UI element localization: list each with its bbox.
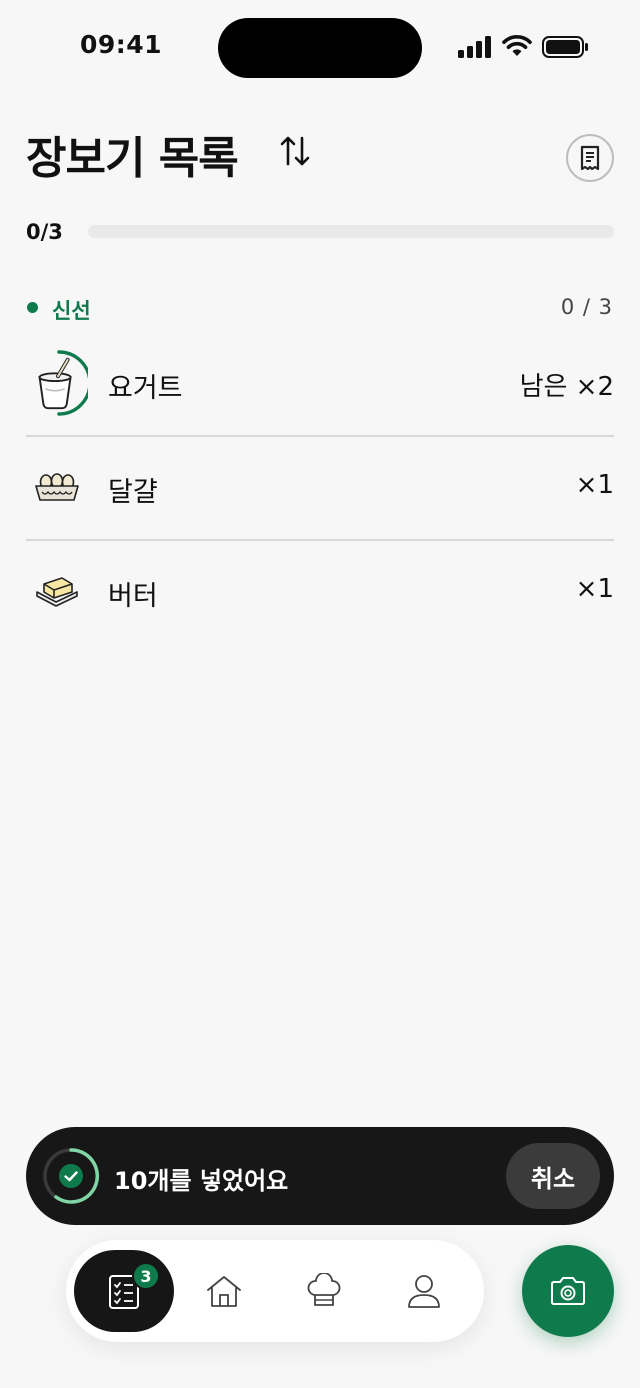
receipt-button[interactable] xyxy=(566,134,614,182)
item-quantity: ×1 xyxy=(575,470,614,500)
section-count: 0 / 3 xyxy=(560,295,613,319)
toast-message: 10개를 넣었어요 xyxy=(114,1167,289,1195)
tab-home[interactable] xyxy=(174,1250,274,1332)
status-time: 09:41 xyxy=(80,30,163,59)
yogurt-icon xyxy=(26,350,88,416)
home-icon xyxy=(207,1276,241,1307)
page-title: 장보기 목록 xyxy=(26,133,239,184)
check-timer-icon xyxy=(43,1148,100,1204)
item-name: 요거트 xyxy=(108,373,183,404)
battery-icon xyxy=(542,36,588,58)
tab-recipes[interactable] xyxy=(274,1250,374,1332)
added-toast: 10개를 넣었어요 취소 xyxy=(26,1127,614,1225)
progress-text: 0/3 xyxy=(26,220,63,244)
tab-bar: 3 xyxy=(66,1240,484,1342)
list-item-butter[interactable]: 버터 ×1 xyxy=(26,540,614,644)
sort-icon[interactable] xyxy=(280,134,310,168)
progress-bar xyxy=(88,225,614,238)
egg-carton-icon xyxy=(26,454,88,520)
wifi-icon xyxy=(502,35,532,56)
chef-hat-icon xyxy=(307,1273,341,1306)
receipt-icon xyxy=(580,145,600,171)
item-name: 버터 xyxy=(108,581,158,612)
tab-shopping-list[interactable]: 3 xyxy=(74,1250,174,1332)
item-name: 달걀 xyxy=(108,477,158,508)
camera-button[interactable] xyxy=(522,1245,614,1337)
butter-icon xyxy=(26,558,88,624)
user-icon xyxy=(408,1275,440,1308)
status-bar: 09:41 xyxy=(0,0,640,96)
section-dot xyxy=(27,302,38,313)
section-title: 신선 xyxy=(52,299,91,323)
item-quantity: 남은 ×2 xyxy=(519,372,614,402)
tab-badge: 3 xyxy=(132,1262,160,1290)
list-item-eggs[interactable]: 달걀 ×1 xyxy=(26,436,614,540)
dynamic-island xyxy=(218,18,422,78)
undo-button[interactable]: 취소 xyxy=(506,1143,600,1209)
tab-profile[interactable] xyxy=(374,1250,474,1332)
item-quantity: ×1 xyxy=(575,574,614,604)
cellular-signal-icon xyxy=(458,36,491,58)
camera-icon xyxy=(551,1277,585,1305)
list-item-yogurt[interactable]: 요거트 남은 ×2 xyxy=(26,332,614,436)
